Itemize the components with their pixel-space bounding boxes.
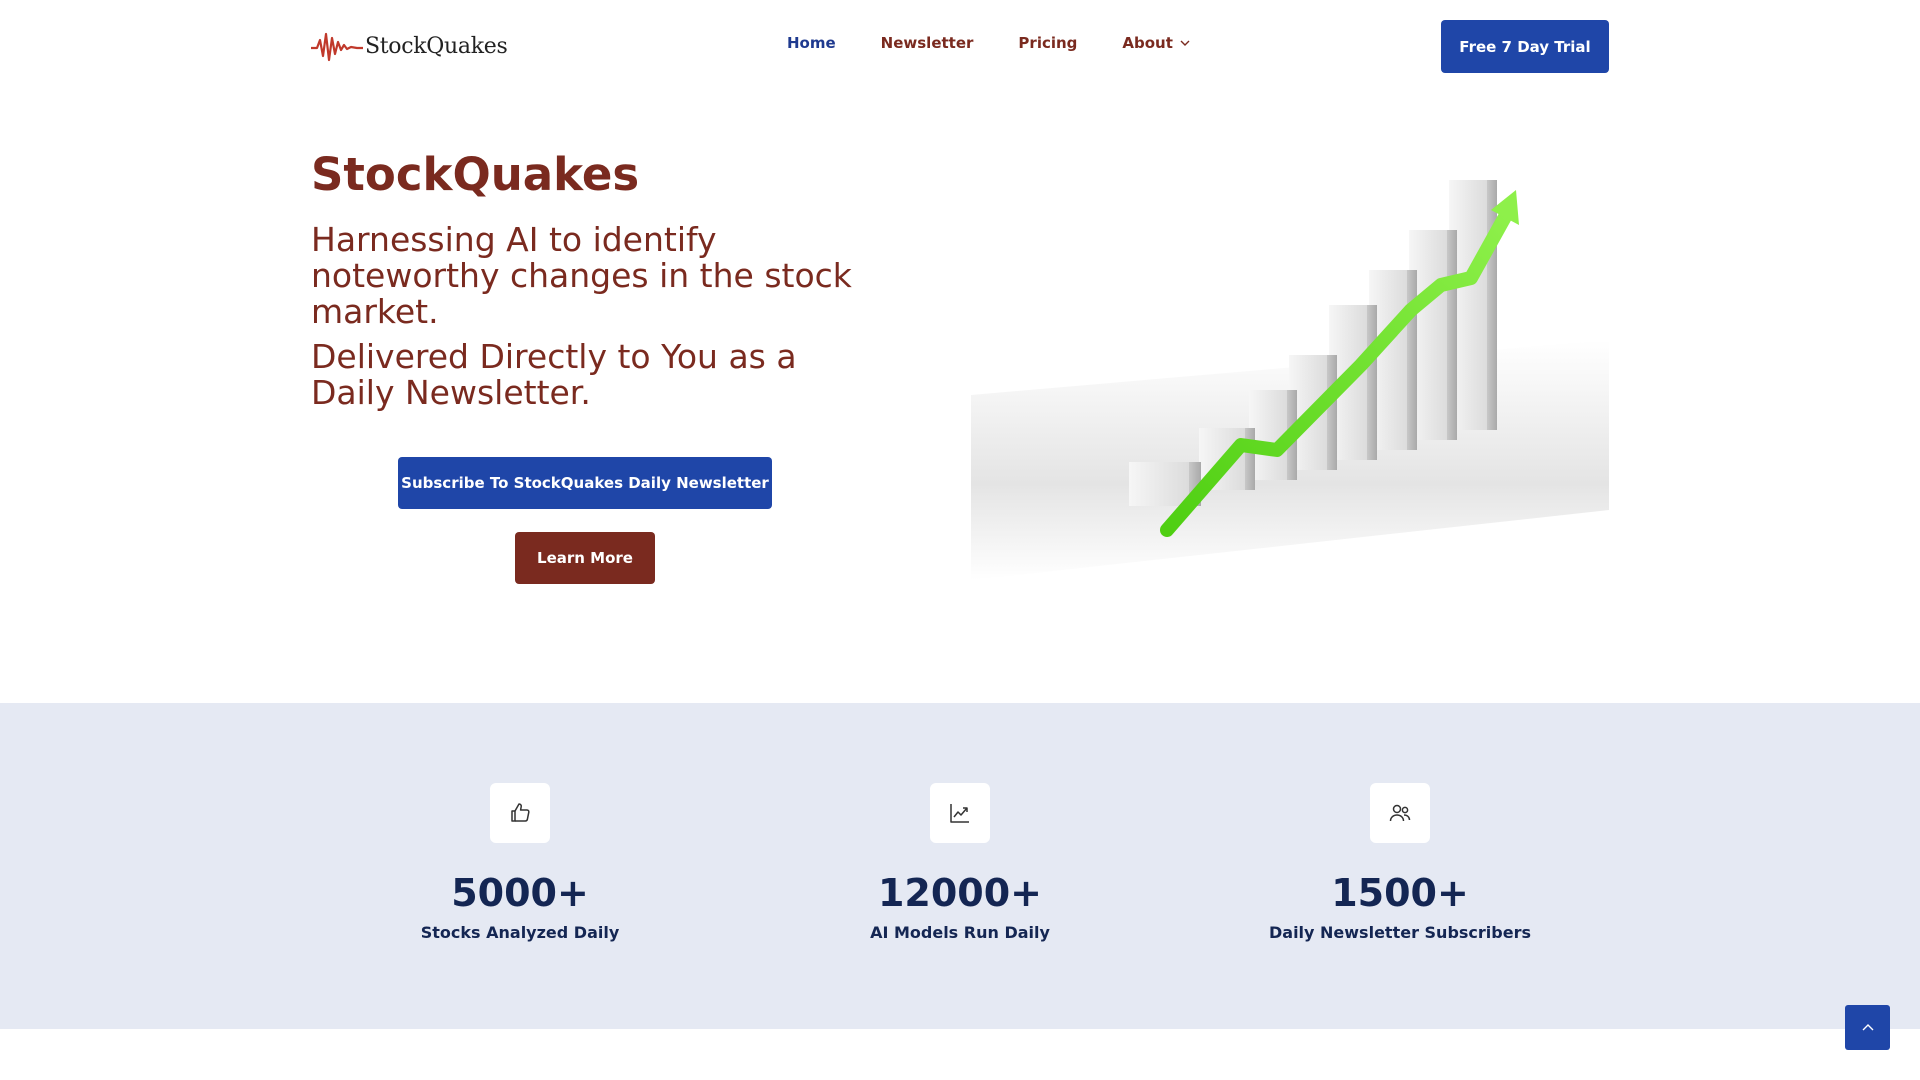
scroll-to-top-button[interactable]: [1845, 1005, 1890, 1050]
stat-value: 5000+: [451, 871, 589, 915]
stat-label: AI Models Run Daily: [870, 923, 1050, 942]
stat-stocks: 5000+ Stocks Analyzed Daily: [370, 783, 670, 942]
chevron-down-icon: [1180, 40, 1190, 46]
users-icon: [1389, 804, 1411, 822]
stat-icon-box: [490, 783, 550, 843]
nav-about[interactable]: About: [1122, 34, 1191, 52]
stat-models: 12000+ AI Models Run Daily: [810, 783, 1110, 942]
stat-label: Stocks Analyzed Daily: [420, 923, 620, 942]
site-header: StockQuakes Home Newsletter Pricing Abou…: [0, 0, 1920, 92]
growth-chart-illustration: [971, 180, 1609, 580]
logo-text: StockQuakes: [365, 33, 508, 59]
logo[interactable]: StockQuakes: [311, 28, 508, 64]
chevron-up-icon: [1862, 1023, 1873, 1030]
seismograph-icon: [311, 32, 363, 62]
nav-newsletter[interactable]: Newsletter: [881, 34, 974, 52]
stat-icon-box: [1370, 783, 1430, 843]
nav-home[interactable]: Home: [787, 34, 836, 52]
stat-label: Daily Newsletter Subscribers: [1268, 923, 1531, 942]
subscribe-button[interactable]: Subscribe To StockQuakes Daily Newslette…: [398, 457, 772, 509]
stat-icon-box: [930, 783, 990, 843]
stat-subscribers: 1500+ Daily Newsletter Subscribers: [1250, 783, 1550, 942]
free-trial-button[interactable]: Free 7 Day Trial: [1441, 20, 1609, 73]
main-nav: Home Newsletter Pricing About: [787, 34, 1236, 52]
chart-icon: [950, 804, 969, 823]
hero-title: StockQuakes: [311, 148, 640, 201]
thumbs-up-icon: [511, 803, 530, 822]
stat-value: 1500+: [1331, 871, 1469, 915]
hero-subtitle-2: Delivered Directly to You as a Daily New…: [311, 337, 797, 412]
stats-section: 5000+ Stocks Analyzed Daily 12000+ AI Mo…: [0, 703, 1920, 1029]
nav-about-label: About: [1122, 34, 1173, 52]
hero-subtitle: Harnessing AI to identify noteworthy cha…: [311, 220, 852, 331]
nav-pricing[interactable]: Pricing: [1018, 34, 1077, 52]
stat-value: 12000+: [877, 871, 1043, 915]
learn-more-button[interactable]: Learn More: [515, 532, 655, 584]
